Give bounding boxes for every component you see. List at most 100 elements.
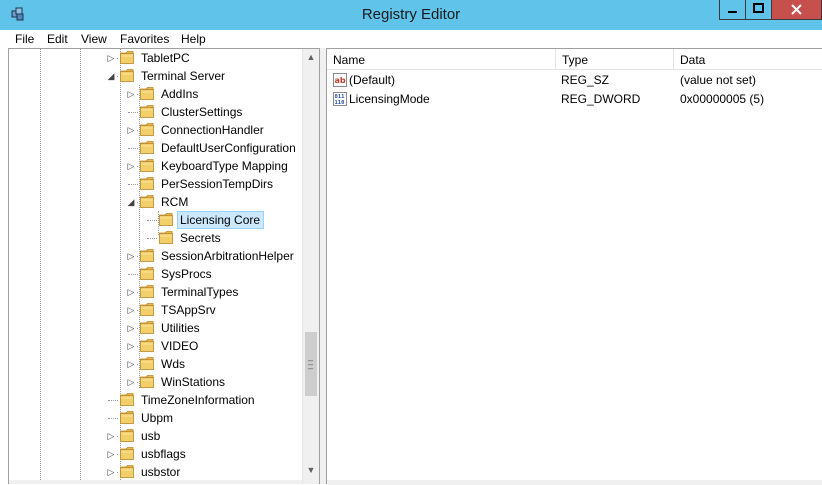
tree-node[interactable]: ▷ ConnectionHandler — [9, 121, 301, 139]
menu-file[interactable]: File — [15, 32, 34, 46]
folder-icon — [159, 231, 173, 244]
menu-edit[interactable]: Edit — [47, 32, 68, 46]
expand-arrow-icon[interactable]: ▷ — [126, 322, 136, 334]
tree-node[interactable]: SysProcs — [9, 265, 301, 283]
expand-arrow-icon[interactable]: ▷ — [126, 340, 136, 352]
column-header-data[interactable]: Data — [674, 49, 822, 69]
scroll-down-arrow-icon[interactable]: ▼ — [303, 462, 319, 479]
column-header-type[interactable]: Type — [556, 49, 674, 69]
tree-node-label: TSAppSrv — [161, 303, 216, 317]
expand-arrow-icon[interactable]: ▷ — [106, 430, 116, 442]
tree-node-label: TabletPC — [141, 51, 190, 65]
folder-icon — [140, 141, 154, 154]
tree-node[interactable]: Ubpm — [9, 409, 301, 427]
tree-node[interactable]: ▷ Utilities — [9, 319, 301, 337]
dword-value-icon: 011 110 — [333, 92, 347, 106]
open-folder-icon — [120, 69, 134, 82]
tree-node[interactable]: ▷ SessionArbitrationHelper — [9, 247, 301, 265]
tree-node-label: ConnectionHandler — [161, 123, 264, 137]
expand-arrow-icon[interactable]: ▷ — [126, 160, 136, 172]
table-row[interactable]: ab (Default) REG_SZ (value not set) — [327, 71, 822, 89]
menu-bar: File Edit View Favorites Help — [0, 30, 822, 48]
folder-icon — [140, 285, 154, 298]
tree-node[interactable]: ◢ RCM — [9, 193, 301, 211]
menu-help[interactable]: Help — [181, 32, 206, 46]
menu-view[interactable]: View — [81, 32, 107, 46]
column-data-label: Data — [680, 53, 706, 67]
key-tree-pane[interactable]: ▷ TabletPC ◢ Terminal Server ▷ AddIns ClusterS… — [8, 48, 320, 484]
expand-arrow-icon[interactable]: ▷ — [126, 376, 136, 388]
grip-icon: – – – — [308, 355, 314, 373]
open-folder-icon — [159, 213, 173, 226]
folder-icon — [120, 465, 134, 478]
value-data: 0x00000005 (5) — [680, 92, 765, 106]
tree-node[interactable]: ClusterSettings — [9, 103, 301, 121]
minimize-button[interactable] — [719, 0, 746, 20]
tree-node[interactable]: ▷ TabletPC — [9, 49, 301, 67]
string-value-icon: ab — [333, 73, 347, 87]
tree-node[interactable]: DefaultUserConfiguration — [9, 139, 301, 157]
tree-connector — [108, 418, 118, 419]
menu-favorites[interactable]: Favorites — [120, 32, 169, 46]
values-horizontal-scrollbar[interactable] — [327, 480, 822, 485]
scrollbar-thumb[interactable]: – – – — [305, 332, 317, 396]
tree-node[interactable]: ▷ usb — [9, 427, 301, 445]
folder-icon — [140, 375, 154, 388]
tree-node[interactable]: ▷ VIDEO — [9, 337, 301, 355]
close-button[interactable] — [771, 0, 822, 20]
tree-node-label: TimeZoneInformation — [141, 393, 255, 407]
minimize-icon — [728, 11, 737, 13]
folder-icon — [120, 411, 134, 424]
expand-arrow-icon[interactable]: ▷ — [126, 358, 136, 370]
tree-node[interactable]: TimeZoneInformation — [9, 391, 301, 409]
collapse-arrow-icon[interactable]: ◢ — [106, 70, 116, 82]
tree-node[interactable]: ▷ AddIns — [9, 85, 301, 103]
folder-icon — [140, 357, 154, 370]
table-row[interactable]: 011 110 LicensingMode REG_DWORD 0x000000… — [327, 90, 822, 108]
expand-arrow-icon[interactable]: ▷ — [126, 250, 136, 262]
values-pane[interactable]: Name Type Data ab (Default) REG_SZ (valu… — [326, 48, 822, 485]
tree-vertical-scrollbar[interactable]: ▲ – – – ▼ — [302, 49, 319, 484]
column-name-label: Name — [333, 53, 366, 67]
tree-node[interactable]: ◢ Terminal Server — [9, 67, 301, 85]
tree-connector — [128, 148, 138, 149]
tree-node[interactable]: Secrets — [9, 229, 301, 247]
expand-arrow-icon[interactable]: ▷ — [126, 124, 136, 136]
tree-node[interactable]: ▷ TerminalTypes — [9, 283, 301, 301]
expand-arrow-icon[interactable]: ▷ — [106, 52, 116, 64]
expand-arrow-icon[interactable]: ▷ — [106, 448, 116, 460]
expand-arrow-icon[interactable]: ▷ — [106, 466, 116, 478]
tree-node[interactable]: ▷ usbstor — [9, 463, 301, 481]
title-bar[interactable]: Registry Editor — [0, 0, 822, 30]
tree-node-label: RCM — [161, 195, 189, 209]
folder-icon — [120, 429, 134, 442]
svg-text:110: 110 — [335, 100, 345, 106]
tree-node-label: Terminal Server — [141, 69, 226, 83]
tree-node-label: Wds — [161, 357, 185, 371]
expand-arrow-icon[interactable]: ▷ — [126, 286, 136, 298]
scroll-up-arrow-icon[interactable]: ▲ — [303, 49, 319, 66]
tree-node[interactable]: ▷ usbflags — [9, 445, 301, 463]
tree-node[interactable]: ▷ KeyboardType Mapping — [9, 157, 301, 175]
tree-connector — [147, 238, 157, 239]
tree-node[interactable]: ▷ WinStations — [9, 373, 301, 391]
column-header-name[interactable]: Name — [327, 49, 556, 69]
folder-icon — [140, 177, 154, 190]
value-data: (value not set) — [680, 73, 757, 87]
tree-node-label: SysProcs — [161, 267, 212, 281]
tree-node[interactable]: PerSessionTempDirs — [9, 175, 301, 193]
expand-arrow-icon[interactable]: ▷ — [126, 88, 136, 100]
tree-connector — [147, 220, 157, 221]
folder-icon — [140, 105, 154, 118]
tree-node-label: Ubpm — [141, 411, 174, 425]
collapse-arrow-icon[interactable]: ◢ — [126, 196, 136, 208]
expand-arrow-icon[interactable]: ▷ — [126, 304, 136, 316]
tree-node-label: VIDEO — [161, 339, 199, 353]
tree-node[interactable]: ▷ Wds — [9, 355, 301, 373]
tree-horizontal-scrollbar[interactable] — [9, 480, 302, 484]
column-type-label: Type — [562, 53, 589, 67]
svg-text:ab: ab — [335, 76, 346, 85]
maximize-button[interactable] — [745, 0, 772, 20]
tree-node[interactable]: ▷ TSAppSrv — [9, 301, 301, 319]
tree-node[interactable]: Licensing Core — [9, 211, 301, 229]
